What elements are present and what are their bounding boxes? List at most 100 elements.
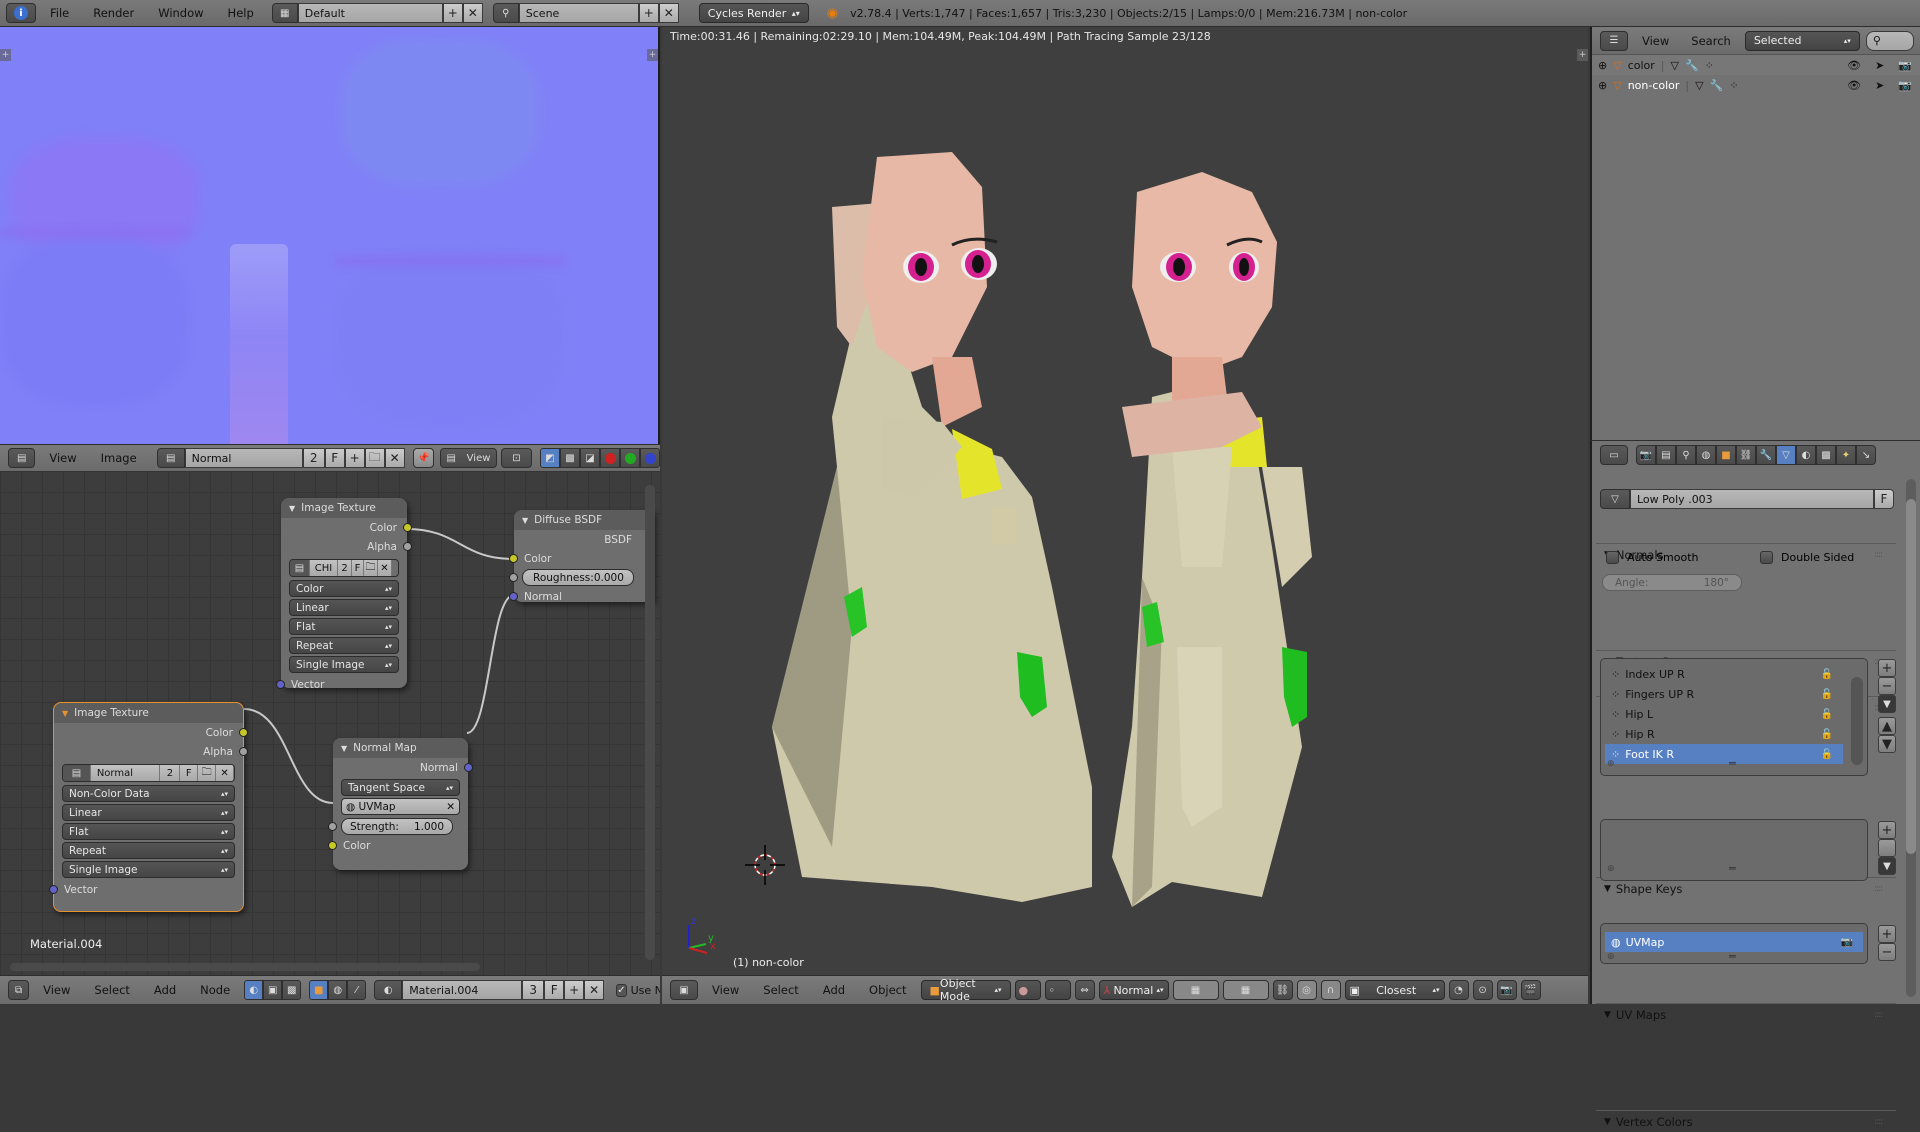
- resize-handle-icon[interactable]: ═: [1729, 950, 1736, 963]
- red-channel-icon[interactable]: [600, 448, 621, 468]
- unlock-icon[interactable]: 🔓: [1821, 749, 1833, 760]
- vertex-group-item[interactable]: ⁘ Index UP R 🔓: [1605, 664, 1843, 684]
- tab-render-icon[interactable]: 📷: [1636, 445, 1656, 465]
- auto-smooth-checkbox[interactable]: [1606, 551, 1619, 564]
- menu-help[interactable]: Help: [218, 6, 264, 20]
- move-down-button[interactable]: ▼: [1878, 735, 1896, 753]
- new-image-button[interactable]: +: [344, 448, 365, 468]
- tab-scene-icon[interactable]: ⚲: [1676, 445, 1696, 465]
- input-socket-normal[interactable]: [509, 592, 518, 601]
- screen-layout-field[interactable]: Default: [297, 3, 443, 23]
- green-channel-icon[interactable]: [620, 448, 641, 468]
- world-shader-icon[interactable]: ◍: [328, 980, 348, 1000]
- compositing-nodes-icon[interactable]: ▣: [263, 980, 283, 1000]
- panel-vertex-colors-header[interactable]: ▼ Vertex Colors::::: [1596, 1110, 1896, 1132]
- display-mode-select[interactable]: Selected ▴▾: [1744, 30, 1860, 51]
- move-up-button[interactable]: ▲: [1878, 717, 1896, 735]
- snap-rotate-icon[interactable]: ◔: [1448, 980, 1469, 1000]
- interpolation-select[interactable]: Linear ▴▾: [62, 804, 235, 821]
- node-normal-map[interactable]: ▼ Normal Map Normal Tangent Space ▴▾ ◍ UVM…: [328, 738, 473, 870]
- outliner-search-field[interactable]: ⚲: [1865, 30, 1914, 51]
- mesh-browse-icon[interactable]: ▽: [1600, 489, 1630, 509]
- menu-view[interactable]: View: [33, 983, 80, 997]
- expand-icon[interactable]: ⊕: [1598, 79, 1607, 92]
- vertex-group-item[interactable]: ⁘ Hip L 🔓: [1605, 704, 1843, 724]
- menu-search[interactable]: Search: [1683, 34, 1739, 48]
- drag-grip-icon[interactable]: ::::: [1874, 884, 1883, 894]
- scene-field[interactable]: Scene: [518, 3, 639, 23]
- input-socket-color[interactable]: [328, 841, 337, 850]
- collapse-arrow-icon[interactable]: ▼: [289, 504, 295, 513]
- image-name-field[interactable]: Normal: [184, 448, 303, 468]
- expand-properties-button[interactable]: +: [647, 49, 658, 61]
- expand-properties-button[interactable]: +: [1577, 49, 1588, 61]
- list-scrollbar[interactable]: [1851, 677, 1863, 765]
- unlink-icon[interactable]: ✕: [216, 765, 234, 781]
- resize-handle-icon[interactable]: ═: [1729, 757, 1736, 770]
- uv-map-field[interactable]: ◍ UVMap ✕: [341, 798, 460, 815]
- menu-add[interactable]: Add: [144, 983, 186, 997]
- tab-render-layers-icon[interactable]: ▤: [1656, 445, 1676, 465]
- fake-user-button[interactable]: F: [180, 765, 199, 781]
- source-select[interactable]: Single Image ▴▾: [289, 656, 399, 673]
- add-scene-button[interactable]: +: [638, 3, 659, 23]
- editor-type-node-button[interactable]: ⧉: [8, 980, 30, 1000]
- remove-shape-key-button[interactable]: −: [1878, 839, 1896, 857]
- image-browse-icon[interactable]: ▤: [156, 448, 185, 468]
- input-socket-vector[interactable]: [276, 680, 285, 689]
- resize-handle-icon[interactable]: ═: [1729, 862, 1736, 875]
- menu-window[interactable]: Window: [148, 6, 213, 20]
- viewport-shading-select[interactable]: ●: [1014, 980, 1041, 1000]
- interpolation-select[interactable]: Linear ▴▾: [289, 599, 399, 616]
- collapse-arrow-icon[interactable]: ▼: [341, 744, 347, 753]
- roughness-field[interactable]: Roughness: 0.000: [522, 569, 634, 586]
- unlink-image-button[interactable]: ✕: [384, 448, 405, 468]
- node-image-texture-normal[interactable]: ▼ Image Texture Color Alpha ▤ Normal 2 F …: [49, 702, 248, 912]
- snap-project-icon[interactable]: ⊙: [1472, 980, 1493, 1000]
- linestyle-shader-icon[interactable]: ⁄: [347, 980, 367, 1000]
- output-socket-color[interactable]: [403, 523, 412, 532]
- fake-user-button[interactable]: F: [324, 448, 345, 468]
- mesh-name-field[interactable]: Low Poly .003: [1630, 489, 1874, 509]
- menu-image[interactable]: Image: [91, 451, 147, 465]
- manipulator-toggle[interactable]: ⇔: [1074, 980, 1095, 1000]
- pivot-point-select[interactable]: ◦: [1044, 980, 1071, 1000]
- add-layout-button[interactable]: +: [442, 3, 463, 23]
- unlock-icon[interactable]: 🔓: [1821, 689, 1833, 700]
- projection-select[interactable]: Flat ▴▾: [289, 618, 399, 635]
- output-socket-color[interactable]: [239, 728, 248, 737]
- unlock-icon[interactable]: 🔓: [1821, 669, 1833, 680]
- input-socket-strength[interactable]: [328, 822, 337, 831]
- image-name[interactable]: CHI: [310, 560, 338, 576]
- expand-icon[interactable]: ⊕: [1598, 59, 1607, 72]
- unlink-icon[interactable]: ✕: [378, 560, 392, 576]
- node-editor-canvas[interactable]: ▼ Image Texture Color Alpha ▤ CHI 2 F 🗀 ✕…: [0, 471, 660, 975]
- render-camera-icon[interactable]: 📷: [1841, 937, 1853, 948]
- extension-select[interactable]: Repeat ▴▾: [289, 637, 399, 654]
- render-camera-icon[interactable]: 📷: [1898, 59, 1912, 72]
- color-alpha-icon[interactable]: ◩: [540, 448, 561, 468]
- node-image-texture-color[interactable]: ▼ Image Texture Color Alpha ▤ CHI 2 F 🗀 ✕…: [276, 498, 412, 691]
- expand-tools-button[interactable]: +: [0, 49, 11, 61]
- material-browse-icon[interactable]: ◐: [374, 980, 403, 1000]
- remove-vertex-group-button[interactable]: −: [1878, 677, 1896, 695]
- menu-view[interactable]: View: [1634, 34, 1677, 48]
- color-space-select[interactable]: Color ▴▾: [289, 580, 399, 597]
- input-socket-roughness[interactable]: [509, 573, 518, 582]
- alpha-checker-icon[interactable]: ▩: [560, 448, 581, 468]
- drag-grip-icon[interactable]: ::::: [1874, 1010, 1883, 1020]
- cursor-select-icon[interactable]: ➤: [1875, 59, 1884, 72]
- node-diffuse-bsdf[interactable]: ▼ Diffuse BSDF BSDF Color Roughness: 0.000…: [509, 510, 654, 603]
- eye-icon[interactable]: 👁: [1847, 79, 1861, 92]
- layer-buttons-2[interactable]: ▦: [1222, 980, 1269, 1000]
- tab-particles-icon[interactable]: ✦: [1836, 445, 1856, 465]
- image-browse-icon[interactable]: ▤: [63, 765, 91, 781]
- menu-select[interactable]: Select: [84, 983, 139, 997]
- vertical-scrollbar[interactable]: [645, 485, 655, 960]
- texture-nodes-icon[interactable]: ▩: [282, 980, 302, 1000]
- panel-uv-maps-header[interactable]: ▼ UV Maps::::: [1596, 1003, 1896, 1025]
- menu-file[interactable]: File: [40, 6, 79, 20]
- layer-buttons-1[interactable]: ▦: [1172, 980, 1219, 1000]
- drag-grip-icon[interactable]: ::::: [1874, 1117, 1883, 1127]
- eye-icon[interactable]: 👁: [1847, 59, 1861, 72]
